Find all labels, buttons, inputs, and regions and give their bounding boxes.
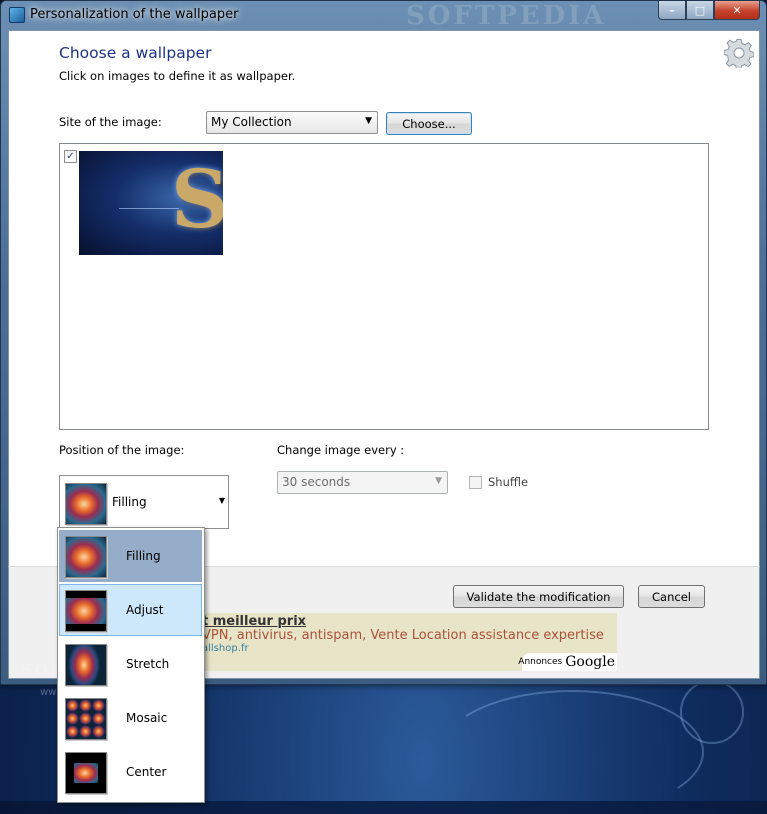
mosaic-preview-icon (65, 698, 107, 740)
stretch-preview-icon (65, 644, 107, 686)
image-checkbox[interactable]: ✓ (64, 150, 77, 163)
window-controls: – □ ✕ (658, 1, 760, 20)
position-option-mosaic[interactable]: Mosaic (59, 692, 202, 744)
position-dropdown-list: Filling Adjust Stretch Mosaic Center (57, 527, 205, 803)
interval-select[interactable]: 30 seconds ▼ (277, 471, 448, 494)
ad-badge[interactable]: Annonces Google (518, 653, 617, 671)
page-subtitle: Click on images to define it as wallpape… (59, 69, 296, 83)
desktop-swirl (440, 690, 704, 814)
shuffle-label: Shuffle (488, 475, 529, 489)
source-label: Site of the image: (59, 115, 162, 129)
filling-preview-icon (65, 536, 107, 578)
option-label: Adjust (126, 603, 164, 617)
thumbnail-streak (119, 208, 179, 209)
cancel-button[interactable]: Cancel (638, 585, 705, 608)
position-option-adjust[interactable]: Adjust (59, 584, 202, 636)
wallpaper-thumbnail[interactable]: S (79, 151, 223, 255)
desktop-swirl-loop (680, 680, 744, 744)
option-label: Stretch (126, 657, 170, 671)
chevron-down-icon: ▼ (218, 496, 225, 505)
minimize-button[interactable]: – (658, 1, 686, 20)
ad-url[interactable]: allshop.fr (202, 643, 249, 654)
chevron-down-icon: ▼ (435, 476, 442, 486)
filling-preview-icon (65, 483, 107, 525)
close-button[interactable]: ✕ (714, 1, 760, 20)
ad-banner[interactable]: t meilleur prix VPN, antivirus, antispam… (196, 613, 617, 671)
maximize-icon: □ (694, 3, 706, 17)
interval-select-value: 30 seconds (282, 475, 351, 489)
title-bar[interactable]: Personalization of the wallpaper SOFTPED… (1, 1, 766, 31)
minimize-icon: – (669, 3, 675, 17)
position-option-stretch[interactable]: Stretch (59, 638, 202, 690)
option-label: Mosaic (126, 711, 168, 725)
center-preview-icon (65, 752, 107, 794)
adjust-preview-icon (65, 590, 107, 632)
page-title: Choose a wallpaper (59, 44, 212, 62)
image-list: ✓ S (59, 143, 709, 430)
interval-label: Change image every : (277, 443, 405, 457)
google-logo: Google (565, 654, 615, 670)
close-icon: ✕ (732, 3, 742, 17)
position-select[interactable]: Filling ▼ (59, 475, 229, 529)
source-select-value: My Collection (211, 115, 292, 129)
position-label: Position of the image: (59, 443, 185, 457)
main-panel: Choose a wallpaper Click on images to de… (8, 30, 760, 568)
chevron-down-icon: ▼ (365, 116, 372, 126)
position-option-filling[interactable]: Filling (59, 530, 202, 582)
gear-icon[interactable] (724, 38, 754, 68)
maximize-button[interactable]: □ (686, 1, 714, 20)
ad-title[interactable]: t meilleur prix (202, 614, 306, 629)
window-title: Personalization of the wallpaper (30, 7, 239, 22)
position-select-value: Filling (112, 495, 147, 509)
position-option-center[interactable]: Center (59, 746, 202, 798)
choose-button[interactable]: Choose... (386, 112, 472, 135)
source-select[interactable]: My Collection ▼ (206, 111, 378, 134)
shuffle-checkbox[interactable] (469, 476, 482, 489)
app-icon (9, 7, 25, 23)
option-label: Filling (126, 549, 161, 563)
softpedia-logo-image: S (171, 152, 223, 246)
ad-text: VPN, antivirus, antispam, Vente Location… (202, 628, 604, 643)
validate-button[interactable]: Validate the modification (453, 585, 624, 608)
ad-badge-label: Annonces (518, 657, 563, 667)
option-label: Center (126, 765, 167, 779)
title-watermark: SOFTPEDIA (406, 1, 607, 31)
